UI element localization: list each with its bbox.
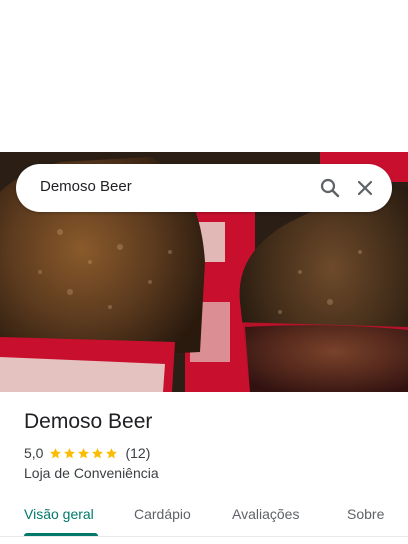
close-icon[interactable]	[353, 176, 377, 200]
star-icon	[78, 447, 90, 458]
rating-stars	[49, 447, 119, 460]
star-icon	[64, 447, 76, 458]
place-info-panel: Demoso Beer 5,0 (12) Loja de Conveniênci…	[0, 392, 408, 544]
tab-overview[interactable]: Visão geral	[24, 506, 94, 522]
star-icon	[92, 447, 104, 458]
tab-about[interactable]: Sobre	[347, 506, 384, 522]
place-title: Demoso Beer	[24, 410, 153, 433]
rating-value: 5,0	[24, 445, 44, 461]
star-icon	[106, 447, 118, 458]
tabs-divider	[0, 536, 408, 537]
review-count[interactable]: (12)	[125, 445, 150, 461]
tab-reviews[interactable]: Avaliações	[232, 506, 299, 522]
place-category[interactable]: Loja de Conveniência	[24, 465, 159, 481]
star-icon	[50, 447, 62, 458]
rating-row[interactable]: 5,0 (12)	[24, 445, 150, 461]
tab-menu[interactable]: Cardápio	[134, 506, 191, 522]
place-tabs: Visão geral Cardápio Avaliações Sobre	[0, 502, 408, 544]
search-box[interactable]: Demoso Beer	[16, 164, 392, 212]
map-blank-area	[0, 0, 408, 152]
search-icon[interactable]	[318, 176, 342, 200]
search-input[interactable]: Demoso Beer	[40, 178, 132, 195]
